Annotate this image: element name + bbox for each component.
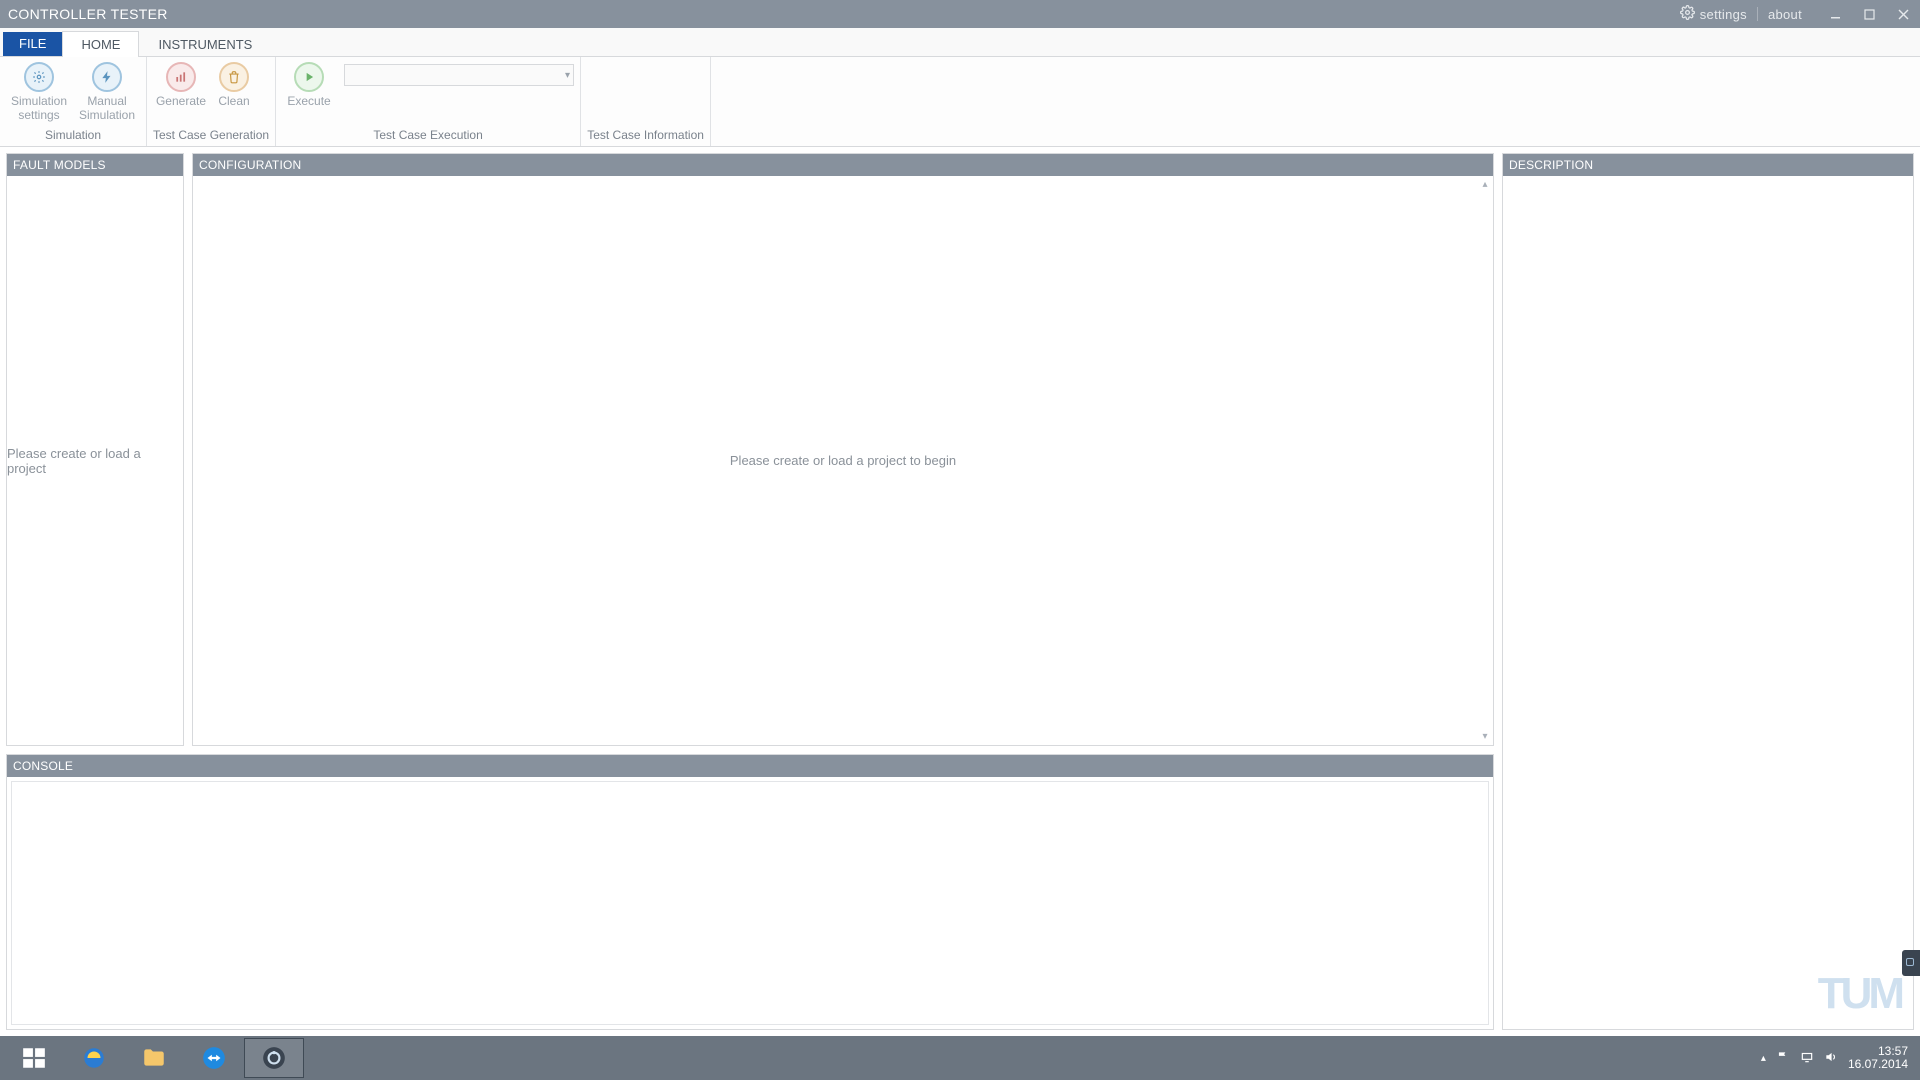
chevron-up-icon[interactable]: ▴ xyxy=(1479,179,1491,190)
about-label: about xyxy=(1768,7,1802,22)
window-close-button[interactable] xyxy=(1886,0,1920,28)
execute-button[interactable]: Execute xyxy=(282,60,336,108)
folder-icon xyxy=(141,1045,167,1071)
network-icon[interactable] xyxy=(1800,1050,1814,1067)
taskbar-item-start[interactable] xyxy=(4,1038,64,1078)
console-panel: CONSOLE xyxy=(6,754,1494,1030)
file-tab[interactable]: FILE xyxy=(3,32,62,56)
clean-button[interactable]: Clean xyxy=(211,60,257,108)
taskbar-item-teamviewer[interactable] xyxy=(184,1038,244,1078)
panel-title: DESCRIPTION xyxy=(1503,154,1913,176)
placeholder-text: Please create or load a project xyxy=(7,446,183,476)
system-tray: ▴ 13:57 16.07.2014 xyxy=(1761,1045,1916,1071)
taskbar-item-file-explorer[interactable] xyxy=(124,1038,184,1078)
gear-icon xyxy=(1680,5,1695,23)
trash-icon xyxy=(219,62,249,92)
windows-icon xyxy=(21,1045,47,1071)
tab-instruments[interactable]: INSTRUMENTS xyxy=(139,31,271,57)
taskbar: ▴ 13:57 16.07.2014 xyxy=(0,1036,1920,1080)
ribbon-group-label: Simulation xyxy=(6,128,140,144)
taskbar-clock[interactable]: 13:57 16.07.2014 xyxy=(1848,1045,1908,1071)
configuration-panel: CONFIGURATION Please create or load a pr… xyxy=(192,153,1494,746)
ribbon-group-label: Test Case Generation xyxy=(153,128,269,144)
ie-icon xyxy=(81,1045,107,1071)
simulation-settings-button[interactable]: Simulation settings xyxy=(6,60,72,122)
remote-session-tab[interactable] xyxy=(1902,950,1920,976)
brand-logo: TUM xyxy=(1818,969,1901,1019)
tab-home[interactable]: HOME xyxy=(62,31,139,57)
bolt-icon xyxy=(92,62,122,92)
volume-icon[interactable] xyxy=(1824,1050,1838,1067)
ribbon-group-label: Test Case Execution xyxy=(282,128,574,144)
show-hidden-icons[interactable]: ▴ xyxy=(1761,1053,1766,1064)
fault-models-panel: FAULT MODELS Please create or load a pro… xyxy=(6,153,184,746)
placeholder-text: Please create or load a project to begin xyxy=(730,453,956,468)
taskbar-item-controller-tester[interactable] xyxy=(244,1038,304,1078)
panel-title: CONFIGURATION xyxy=(193,154,1493,176)
app-icon xyxy=(261,1045,287,1071)
panel-title: FAULT MODELS xyxy=(7,154,183,176)
taskbar-item-internet-explorer[interactable] xyxy=(64,1038,124,1078)
gear-icon xyxy=(24,62,54,92)
settings-button[interactable]: settings xyxy=(1670,0,1757,28)
simulation-settings-label: Simulation settings xyxy=(11,94,67,122)
testcase-select[interactable]: ▾ xyxy=(344,64,574,86)
generate-button[interactable]: Generate xyxy=(153,60,209,108)
chevron-down-icon: ▾ xyxy=(565,70,570,81)
console-body xyxy=(11,781,1489,1025)
ribbon-group-simulation: Simulation settings Manual Simulation Si… xyxy=(0,57,147,146)
chevron-down-icon[interactable]: ▾ xyxy=(1479,731,1491,742)
ribbon-group-information: Test Case Information xyxy=(581,57,711,146)
manual-simulation-label: Manual Simulation xyxy=(79,94,135,122)
window-minimize-button[interactable] xyxy=(1818,0,1852,28)
app-title: CONTROLLER TESTER xyxy=(8,6,168,22)
ribbon: Simulation settings Manual Simulation Si… xyxy=(0,57,1920,147)
ribbon-group-generation: Generate Clean Test Case Generation xyxy=(147,57,276,146)
play-icon xyxy=(294,62,324,92)
ribbon-tabs: FILE HOME INSTRUMENTS xyxy=(0,28,1920,57)
chart-icon xyxy=(166,62,196,92)
fault-models-body: Please create or load a project xyxy=(7,176,183,745)
clock-date: 16.07.2014 xyxy=(1848,1058,1908,1071)
scroll-indicators: ▴ ▾ xyxy=(1479,179,1491,742)
execute-label: Execute xyxy=(287,94,330,108)
description-body xyxy=(1503,176,1913,1029)
teamviewer-icon xyxy=(201,1045,227,1071)
content-area: FAULT MODELS Please create or load a pro… xyxy=(0,147,1920,1036)
settings-label: settings xyxy=(1700,7,1747,22)
configuration-body: Please create or load a project to begin… xyxy=(193,176,1493,745)
about-button[interactable]: about xyxy=(1758,0,1812,28)
flag-icon[interactable] xyxy=(1776,1050,1790,1067)
window-maximize-button[interactable] xyxy=(1852,0,1886,28)
ribbon-group-label: Test Case Information xyxy=(587,128,704,144)
titlebar: CONTROLLER TESTER settings about xyxy=(0,0,1920,28)
generate-label: Generate xyxy=(156,94,206,108)
panel-title: CONSOLE xyxy=(7,755,1493,777)
ribbon-group-execution: Execute ▾ Test Case Execution xyxy=(276,57,581,146)
description-panel: DESCRIPTION TUM xyxy=(1502,153,1914,1030)
manual-simulation-button[interactable]: Manual Simulation xyxy=(74,60,140,122)
clean-label: Clean xyxy=(218,94,249,108)
